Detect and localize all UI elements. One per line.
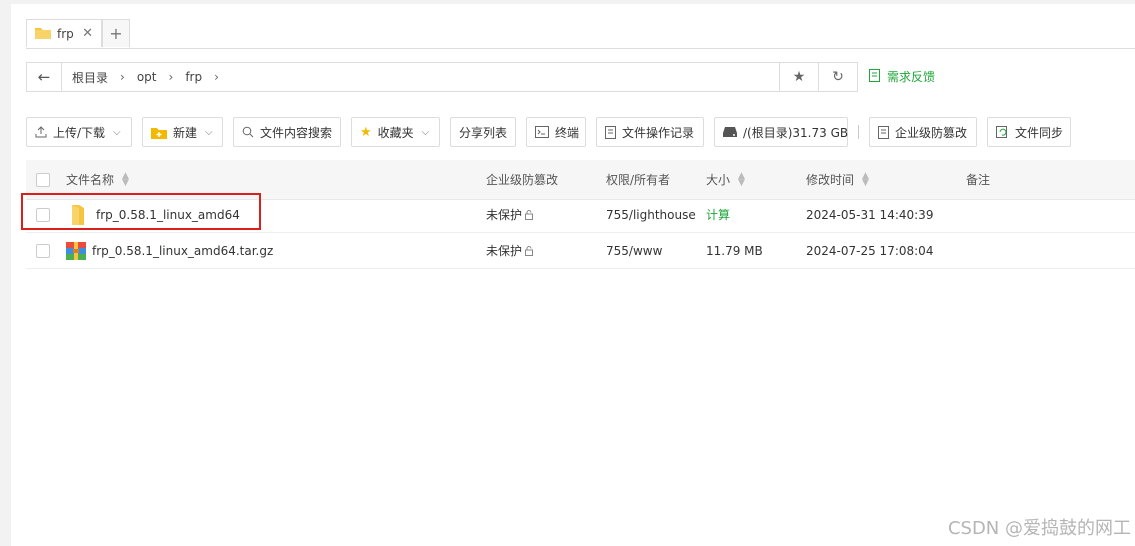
new-button[interactable]: 新建 ⌵ (142, 117, 223, 147)
file-sync-button[interactable]: 文件同步 (987, 117, 1071, 147)
chevron-down-icon: ⌵ (421, 126, 430, 138)
back-icon[interactable]: ← (27, 63, 62, 91)
favorites-label: 收藏夹 (377, 125, 414, 140)
row-permission[interactable]: 755/www (606, 233, 662, 268)
row-size-calc[interactable]: 计算 (706, 197, 730, 232)
header-modified[interactable]: 修改时间 ▲ ▼ (806, 160, 869, 199)
row-tamper-label: 未保护 (486, 208, 523, 222)
feedback-icon (869, 68, 881, 85)
table-row[interactable]: frp_0.58.1_linux_amd64.tar.gz 未保护 755/ww… (26, 233, 1135, 269)
breadcrumb: 根目录 › opt › frp › (62, 63, 779, 91)
breadcrumb-frp[interactable]: frp (185, 70, 208, 84)
archive-icon (66, 241, 86, 260)
row-tamper: 未保护 (486, 233, 534, 268)
row-name[interactable]: frp_0.58.1_linux_amd64 (70, 197, 240, 232)
header-name[interactable]: 文件名称 ▲ ▼ (66, 160, 129, 199)
chevron-down-icon: ⌵ (113, 126, 121, 138)
tab-label: frp (57, 26, 74, 41)
content-search-button[interactable]: 文件内容搜索 (233, 117, 341, 147)
file-sync-label: 文件同步 (1015, 125, 1064, 140)
terminal-label: 终端 (555, 125, 580, 140)
watermark: CSDN @爱捣鼓的网工 (947, 518, 1131, 539)
lock-icon[interactable] (524, 209, 534, 220)
tamper-protection-button[interactable]: 企业级防篡改 (869, 117, 977, 147)
sort-icon: ▲ ▼ (122, 170, 129, 188)
tab-bar: frp ✕ + (26, 19, 130, 49)
chevron-right-icon: › (214, 70, 219, 84)
add-tab-button[interactable]: + (102, 19, 130, 47)
disk-label: /(根目录)31.73 GB (743, 125, 849, 140)
header-modified-label: 修改时间 (806, 173, 855, 187)
operation-log-label: 文件操作记录 (622, 125, 695, 140)
terminal-icon (535, 126, 549, 138)
row-name[interactable]: frp_0.58.1_linux_amd64.tar.gz (66, 233, 273, 268)
chevron-down-icon: ⌵ (205, 126, 213, 138)
star-icon[interactable]: ★ (779, 63, 818, 91)
content-search-label: 文件内容搜索 (260, 125, 333, 140)
upload-download-label: 上传/下载 (53, 125, 106, 140)
disk-button[interactable]: /(根目录)31.73 GB (714, 117, 848, 147)
breadcrumb-root[interactable]: 根目录 (72, 69, 114, 86)
select-all-checkbox[interactable] (36, 160, 50, 199)
chevron-right-icon: › (168, 70, 174, 84)
file-manager-panel: frp ✕ + ← 根目录 › opt › frp › ★ ↻ 需求反馈 上传/… (11, 4, 1135, 546)
folder-icon (35, 26, 51, 42)
sort-icon: ▲ ▼ (862, 170, 869, 188)
tamper-protection-label: 企业级防篡改 (895, 125, 968, 140)
tab-divider (26, 48, 1135, 49)
folder-icon (70, 204, 86, 226)
star-icon: ★ (360, 124, 372, 140)
sort-icon: ▲ ▼ (738, 170, 745, 188)
row-checkbox[interactable] (36, 197, 50, 232)
lock-icon[interactable] (524, 245, 534, 256)
feedback-link[interactable]: 需求反馈 (869, 68, 935, 85)
toolbar: 上传/下载 ⌵ 新建 ⌵ 文件内容搜索 ★ 收藏夹 ⌵ 分享列表 终端 文件操作… (26, 117, 1071, 147)
operation-log-button[interactable]: 文件操作记录 (596, 117, 704, 147)
search-icon (242, 126, 254, 138)
toolbar-divider (858, 125, 859, 139)
header-note: 备注 (966, 173, 991, 187)
header-size[interactable]: 大小 ▲ ▼ (706, 160, 745, 199)
new-label: 新建 (173, 125, 198, 140)
row-name-label: frp_0.58.1_linux_amd64 (96, 207, 240, 222)
document-icon (605, 125, 616, 139)
chevron-right-icon: › (120, 70, 125, 84)
row-tamper-label: 未保护 (486, 244, 523, 258)
row-name-label: frp_0.58.1_linux_amd64.tar.gz (92, 243, 274, 258)
header-tamper: 企业级防篡改 (486, 173, 559, 187)
row-modified: 2024-05-31 14:40:39 (806, 207, 934, 222)
header-size-label: 大小 (706, 173, 731, 187)
tab-frp[interactable]: frp ✕ (26, 19, 102, 47)
header-permission: 权限/所有者 (606, 173, 671, 187)
header-name-label: 文件名称 (66, 173, 115, 187)
terminal-button[interactable]: 终端 (526, 117, 586, 147)
path-bar: ← 根目录 › opt › frp › ★ ↻ (26, 62, 858, 92)
sync-icon (996, 126, 1009, 138)
new-folder-icon (151, 126, 167, 139)
row-modified: 2024-07-25 17:08:04 (806, 243, 934, 258)
document-icon (878, 125, 889, 139)
upload-download-button[interactable]: 上传/下载 ⌵ (26, 117, 132, 147)
upload-icon (35, 126, 47, 138)
disk-icon (723, 127, 737, 137)
table-header: 文件名称 ▲ ▼ 企业级防篡改 权限/所有者 大小 ▲ ▼ 修改时间 ▲ ▼ 备注 (26, 160, 1135, 200)
close-icon[interactable]: ✕ (82, 26, 93, 41)
row-size: 11.79 MB (706, 243, 763, 258)
share-list-button[interactable]: 分享列表 (450, 117, 516, 147)
feedback-label: 需求反馈 (887, 70, 936, 84)
favorites-button[interactable]: ★ 收藏夹 ⌵ (351, 117, 440, 147)
row-checkbox[interactable] (36, 233, 50, 268)
breadcrumb-opt[interactable]: opt (137, 70, 163, 84)
row-tamper: 未保护 (486, 197, 534, 232)
row-permission[interactable]: 755/lighthouse (606, 197, 696, 232)
refresh-icon[interactable]: ↻ (818, 63, 857, 91)
share-list-label: 分享列表 (459, 125, 508, 140)
table-row[interactable]: frp_0.58.1_linux_amd64 未保护 755/lighthous… (26, 197, 1135, 233)
